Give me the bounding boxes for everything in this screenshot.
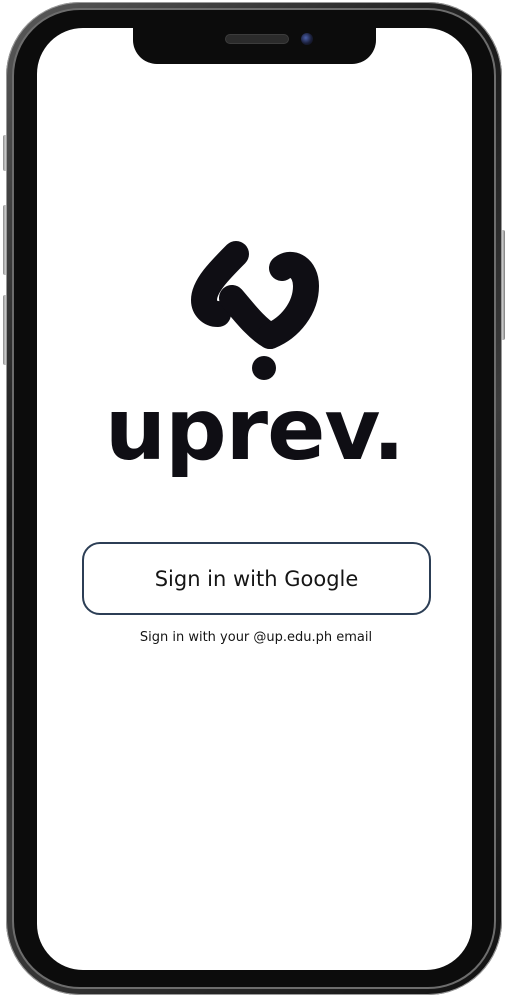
uprev-s-logo-icon	[190, 241, 320, 380]
speaker-grille	[225, 34, 289, 44]
phone-notch	[133, 24, 376, 64]
sign-in-with-google-button[interactable]: Sign in with Google	[82, 542, 431, 615]
sign-in-button-label: Sign in with Google	[154, 566, 359, 591]
sign-in-hint: Sign in with your @up.edu.ph email	[139, 630, 373, 645]
phone-screen	[37, 28, 472, 970]
brand-wordmark: uprev.	[104, 380, 405, 480]
front-camera	[301, 33, 313, 45]
phone-mockup: uprev. Sign in with Google Sign in with …	[0, 0, 509, 1000]
